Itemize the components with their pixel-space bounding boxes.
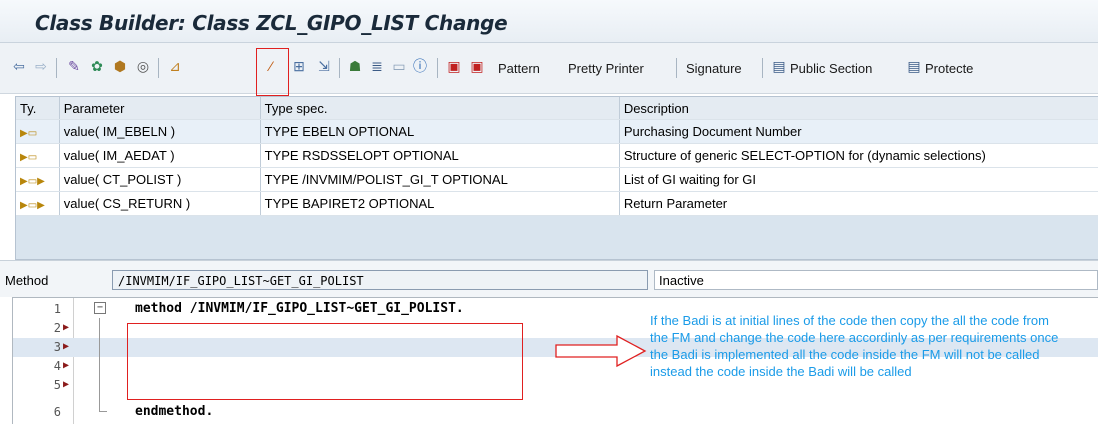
param-name[interactable]: value( CS_RETURN ) [59,191,261,216]
signature-button[interactable]: Signature [686,57,742,79]
code-highlight-box [127,323,523,400]
importing-param-icon: ▶▭ [20,152,38,163]
protected-section-icon: ▤ [907,58,921,74]
transport-icon[interactable]: ⇲ [315,57,333,75]
changing-param-icon: ▶▭▶ [20,176,45,187]
method-name-field[interactable]: /INVMIM/IF_GIPO_LIST~GET_GI_POLIST [112,270,648,290]
fold-collapse-icon[interactable]: − [94,302,106,314]
pretty-printer-button[interactable]: Pretty Printer [568,57,644,79]
activation-status: Inactive [654,270,1098,290]
changing-param-icon: ▶▭▶ [20,200,45,211]
window-title: Class Builder: Class ZCL_GIPO_LIST Chang… [35,11,508,35]
public-section-icon: ▤ [772,58,786,74]
activate-icon[interactable]: ⬢ [111,57,129,75]
param-type-icon: ▶▭▶ [16,191,60,216]
align-icon[interactable]: ≣ [368,57,386,75]
code-text[interactable]: method /INVMIM/IF_GIPO_LIST~GET_GI_POLIS… [135,301,464,316]
breakpoint-marker-icon[interactable]: ▶ [63,322,69,333]
fold-guide-end [99,411,107,412]
line-number: 6 [53,405,61,419]
public-section-button[interactable]: Public Section [790,57,872,79]
breakpoint-marker-icon[interactable]: ▶ [63,341,69,352]
param-type-spec[interactable]: TYPE /INVMIM/POLIST_GI_T OPTIONAL [260,167,620,192]
param-type-icon: ▶▭ [16,143,60,168]
breakpoint-marker-icon[interactable]: ▶ [63,379,69,390]
annotation-note: If the Badi is at initial lines of the c… [650,313,1059,379]
param-name[interactable]: value( IM_AEDAT ) [59,143,261,168]
line-number: 2 [53,321,61,335]
header-type-spec[interactable]: Type spec. [260,97,620,120]
toolbar-separator [437,58,438,78]
line-number: 3 [53,340,61,354]
param-name[interactable]: value( IM_EBELN ) [59,119,261,144]
forward-icon[interactable]: ⇨ [32,57,50,75]
header-type[interactable]: Ty. [16,97,60,120]
arrow-icon [555,334,647,368]
importing-param-icon: ▶▭ [20,128,38,139]
param-description[interactable]: Purchasing Document Number [619,119,1098,144]
toolbar-separator [158,58,159,78]
protected-section-button[interactable]: Protecte [925,57,973,79]
toolbar-separator [56,58,57,78]
method-bar: Method /INVMIM/IF_GIPO_LIST~GET_GI_POLIS… [0,260,1098,297]
table-header: Ty. Parameter Type spec. Description [16,97,1098,120]
breakpoint-icon[interactable]: ▣ [445,57,463,75]
param-description[interactable]: List of GI waiting for GI [619,167,1098,192]
param-type-icon: ▶▭▶ [16,167,60,192]
code-line[interactable]: 6 endmethod. [13,403,1098,422]
info-icon[interactable]: ⓘ [411,57,429,75]
title-bar: Class Builder: Class ZCL_GIPO_LIST Chang… [0,0,1098,43]
pattern-button[interactable]: Pattern [498,57,540,79]
display-change-icon[interactable]: ✿ [88,57,106,75]
other-object-icon[interactable]: ✎ [65,57,83,75]
enhance-icon[interactable]: ⊞ [290,57,308,75]
back-icon[interactable]: ⇦ [10,57,28,75]
fold-guide [99,318,100,411]
param-type-spec[interactable]: TYPE EBELN OPTIONAL [260,119,620,144]
param-name[interactable]: value( CT_POLIST ) [59,167,261,192]
toolbar-separator [339,58,340,78]
param-type-spec[interactable]: TYPE BAPIRET2 OPTIONAL [260,191,620,216]
method-label: Method [5,273,49,288]
toolbar-separator [762,58,763,78]
code-text[interactable]: endmethod. [135,404,213,419]
line-number: 1 [53,302,61,316]
table-row[interactable]: ▶▭▶ value( CS_RETURN ) TYPE BAPIRET2 OPT… [16,191,1098,216]
breakpoint-marker-icon[interactable]: ▶ [63,360,69,371]
parameters-table: Ty. Parameter Type spec. Description ▶▭ … [16,97,1098,216]
wand-highlight-box [256,48,289,96]
where-used-icon[interactable]: ◎ [134,57,152,75]
param-description[interactable]: Structure of generic SELECT-OPTION for (… [619,143,1098,168]
hierarchy-icon[interactable]: ☗ [346,57,364,75]
header-description[interactable]: Description [619,97,1098,120]
table-row[interactable]: ▶▭ value( IM_AEDAT ) TYPE RSDSSELOPT OPT… [16,143,1098,168]
check-icon[interactable]: ⊿ [166,57,184,75]
table-row[interactable]: ▶▭ value( IM_EBELN ) TYPE EBELN OPTIONAL… [16,119,1098,144]
param-type-icon: ▶▭ [16,119,60,144]
table-row[interactable]: ▶▭▶ value( CT_POLIST ) TYPE /INVMIM/POLI… [16,167,1098,192]
parameters-table-panel: Ty. Parameter Type spec. Description ▶▭ … [15,96,1098,355]
application-toolbar: ⇦ ⇨ ✎ ✿ ⬢ ◎ ⊿ ⁄ ⊞ ⇲ ☗ ≣ ▭ ⓘ ▣ ▣ Pattern … [0,43,1098,94]
line-number: 4 [53,359,61,373]
param-description[interactable]: Return Parameter [619,191,1098,216]
toolbar-separator [676,58,677,78]
header-parameter[interactable]: Parameter [59,97,261,120]
external-breakpoint-icon[interactable]: ▣ [468,57,486,75]
blank-icon[interactable]: ▭ [390,57,408,75]
line-number: 5 [53,378,61,392]
param-type-spec[interactable]: TYPE RSDSSELOPT OPTIONAL [260,143,620,168]
